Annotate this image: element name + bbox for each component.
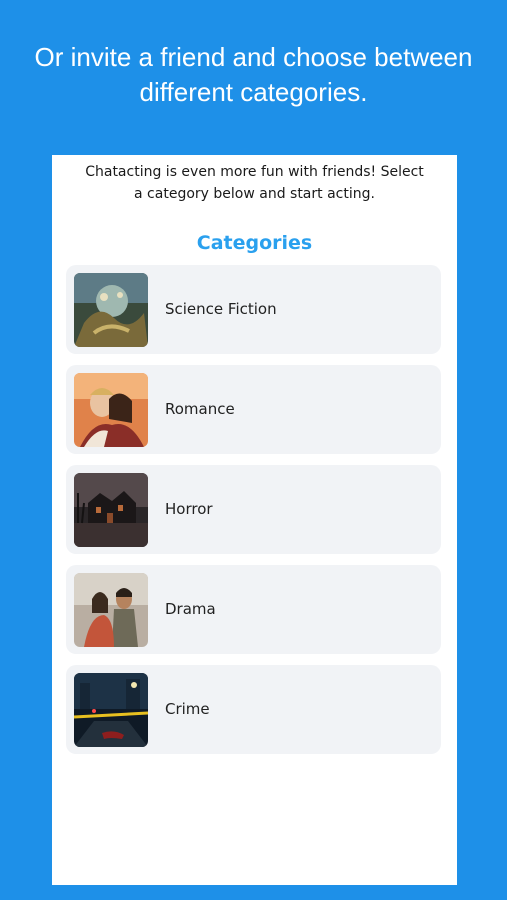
category-item-drama[interactable]: Drama xyxy=(66,565,441,654)
haunted-house-photo xyxy=(74,473,148,547)
intro-text: Chatacting is even more fun with friends… xyxy=(52,161,457,205)
promo-headline: Or invite a friend and choose between di… xyxy=(0,40,507,110)
sci-fi-creature-artwork xyxy=(74,273,148,347)
category-item-horror[interactable]: Horror xyxy=(66,465,441,554)
category-item-science-fiction[interactable]: Science Fiction xyxy=(66,265,441,354)
embracing-couple-photo xyxy=(74,373,148,447)
category-label: Crime xyxy=(165,700,210,718)
crime-scene-street-photo xyxy=(74,673,148,747)
intro-text-line-1: Chatacting is even more fun with friends… xyxy=(85,164,424,180)
intro-text-line-2: a category below and start acting. xyxy=(134,186,375,202)
promo-headline-line-1: Or invite a friend and choose between xyxy=(34,42,473,72)
seated-couple-photo xyxy=(74,573,148,647)
categories-title: Categories xyxy=(196,232,313,254)
app-screen: Chatacting is even more fun with friends… xyxy=(52,155,457,885)
category-list: Science Fiction Romance Horror Drama Cri… xyxy=(66,265,441,765)
category-item-romance[interactable]: Romance xyxy=(66,365,441,454)
category-item-crime[interactable]: Crime xyxy=(66,665,441,754)
promo-headline-line-2: different categories. xyxy=(139,77,368,107)
category-label: Horror xyxy=(165,500,213,518)
category-label: Science Fiction xyxy=(165,300,277,318)
category-label: Drama xyxy=(165,600,216,618)
category-label: Romance xyxy=(165,400,235,418)
